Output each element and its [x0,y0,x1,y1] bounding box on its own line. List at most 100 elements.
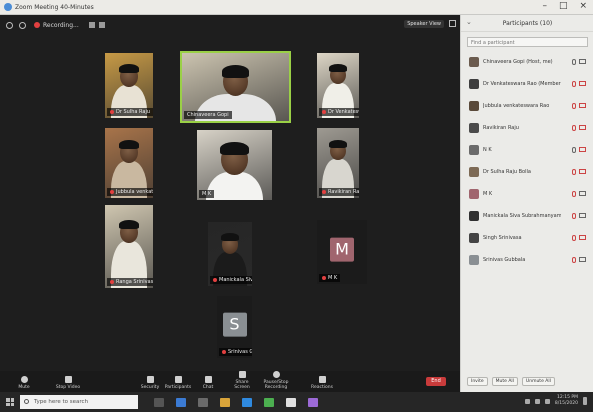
participant-list-item[interactable]: Srinivas Gubbala [461,249,593,271]
participant-list-item[interactable]: Dr Venkateswara Rao (Member) [461,73,593,95]
muted-microphone-icon[interactable] [572,213,576,219]
muted-microphone-icon[interactable] [572,257,576,263]
avatar [469,211,479,221]
chevron-down-icon[interactable]: ⌄ [466,18,472,26]
participant-video-tile[interactable]: Dr Sulha Raju [105,53,153,118]
participant-list-name: Singh Srinivasa [483,235,522,241]
security-button[interactable]: Security [136,376,164,390]
invite-button[interactable]: Invite [467,377,488,386]
participant-list-name: Dr Venkateswara Rao (Member) [483,81,561,87]
stop-recording-icon[interactable] [98,22,105,28]
participant-name: Ranga Srinivasa [116,279,153,285]
meeting-toolbar: Mute Stop Video Security Participants Chat Sh… [0,371,460,392]
speaker-view-button[interactable]: Speaker View [404,20,444,28]
muted-microphone-icon [322,189,326,194]
muted-microphone-icon[interactable] [572,81,576,87]
app-icon[interactable] [286,397,296,407]
participant-status-icons [572,81,586,87]
pause-recording-icon[interactable] [88,22,95,28]
participant-list-item[interactable]: Chinaveera Gopi (Host, me) [461,51,593,73]
clock[interactable]: 12:15 PM 8/15/2020 [555,395,578,407]
muted-microphone-icon[interactable] [572,103,576,109]
microphone-icon[interactable] [572,147,576,153]
participants-footer: Invite Mute All Unmute All [461,377,593,386]
windows-start-icon[interactable] [6,398,14,406]
meeting-gallery: Recording... Speaker View Dr Sulha Raju C… [0,15,460,371]
participant-video-tile[interactable]: Chinaveera Gopi [180,51,291,123]
participant-list-item[interactable]: N K [461,139,593,161]
avatar [469,189,479,199]
participant-list-item[interactable]: M K [461,183,593,205]
video-camera-icon [579,257,586,262]
avatar [469,57,479,67]
participant-search-input[interactable]: Find a participant [467,37,588,47]
muted-microphone-icon[interactable] [572,191,576,197]
maximize-icon[interactable]: □ [559,1,568,11]
muted-microphone-icon [110,109,114,114]
participant-list-item[interactable]: Manickala Siva Subrahmanyam [461,205,593,227]
avatar [469,123,479,133]
mute-all-button[interactable]: Mute All [491,377,518,386]
record-icon [272,371,280,378]
chrome-icon[interactable] [264,397,274,407]
encryption-shield-icon[interactable] [19,21,26,29]
participant-list-item[interactable]: Ravikiran Raju [461,117,593,139]
participant-video-tile[interactable]: Ranga Srinivasa [105,205,153,288]
muted-microphone-icon [110,279,114,284]
muted-microphone-icon[interactable] [572,235,576,241]
person-hair [220,142,249,156]
participant-video-tile[interactable]: S Srinivas Gubbala [217,296,252,358]
microphone-icon [20,376,28,383]
participant-video-tile[interactable]: Ravikiran Raju [317,128,359,198]
participant-list-item[interactable]: Jubbula venkateswara Rao [461,95,593,117]
muted-microphone-icon[interactable] [572,125,576,131]
zoom-window: Zoom Meeting 40-Minutes – □ × Recording.… [0,0,593,412]
battery-icon[interactable] [544,398,550,404]
close-icon[interactable]: × [579,1,587,11]
participant-list-item[interactable]: Singh Srinivasa [461,227,593,249]
participant-status-icons [572,59,586,65]
taskbar-search-input[interactable]: Type here to search [20,395,138,409]
app2-icon[interactable] [308,397,318,407]
muted-microphone-icon [213,277,217,282]
recording-status: Recording... [43,21,79,29]
participant-video-tile[interactable]: Dr Venkateswara Prasad [317,53,359,118]
file-explorer-icon[interactable] [176,397,186,407]
participant-list-name: Manickala Siva Subrahmanyam [483,213,561,219]
pause-stop-recording-button[interactable]: Pause/Stop Recording [262,371,290,390]
muted-microphone-icon[interactable] [572,169,576,175]
end-meeting-button[interactable]: End [426,377,446,386]
participant-video-tile[interactable]: M M K [317,220,367,284]
meeting-info-icon[interactable] [6,21,13,29]
task-view-icon[interactable] [154,397,164,407]
participant-status-icons [572,191,586,197]
participant-list-name: Dr Sulha Raju Bolla [483,169,531,175]
participant-list-item[interactable]: Dr Sulha Raju Bolla [461,161,593,183]
mute-button[interactable]: Mute [10,376,38,390]
shield-icon [146,376,154,383]
participants-button[interactable]: Participants [164,376,192,390]
reactions-button[interactable]: Reactions [308,376,336,390]
participant-name-tag: Srinivas Gubbala [219,348,252,356]
stop-video-button[interactable]: Stop Video [54,376,82,390]
title-bar: Zoom Meeting 40-Minutes – □ × [0,0,593,15]
participant-list-name: Chinaveera Gopi (Host, me) [483,59,553,65]
chat-button[interactable]: Chat [194,376,222,390]
folder-icon[interactable] [220,397,230,407]
participant-video-tile[interactable]: Manickala Siva Kumar [208,222,252,286]
volume-icon[interactable] [534,398,540,404]
participant-name-tag: Chinaveera Gopi [184,111,232,119]
muted-microphone-icon [322,109,326,114]
unmute-all-button[interactable]: Unmute All [521,377,555,386]
network-icon[interactable] [524,398,530,404]
store-icon[interactable] [198,397,208,407]
participant-video-tile[interactable]: M K [197,130,272,200]
fullscreen-icon[interactable] [449,20,456,27]
zoom-app-icon[interactable] [242,397,252,407]
minimize-icon[interactable]: – [542,1,547,11]
participant-video-tile[interactable]: Jubbula venkateswara Rao [105,128,153,198]
video-camera-icon [64,376,72,383]
microphone-icon[interactable] [572,59,576,65]
notifications-icon[interactable] [583,397,587,405]
share-screen-button[interactable]: Share Screen [228,371,256,390]
